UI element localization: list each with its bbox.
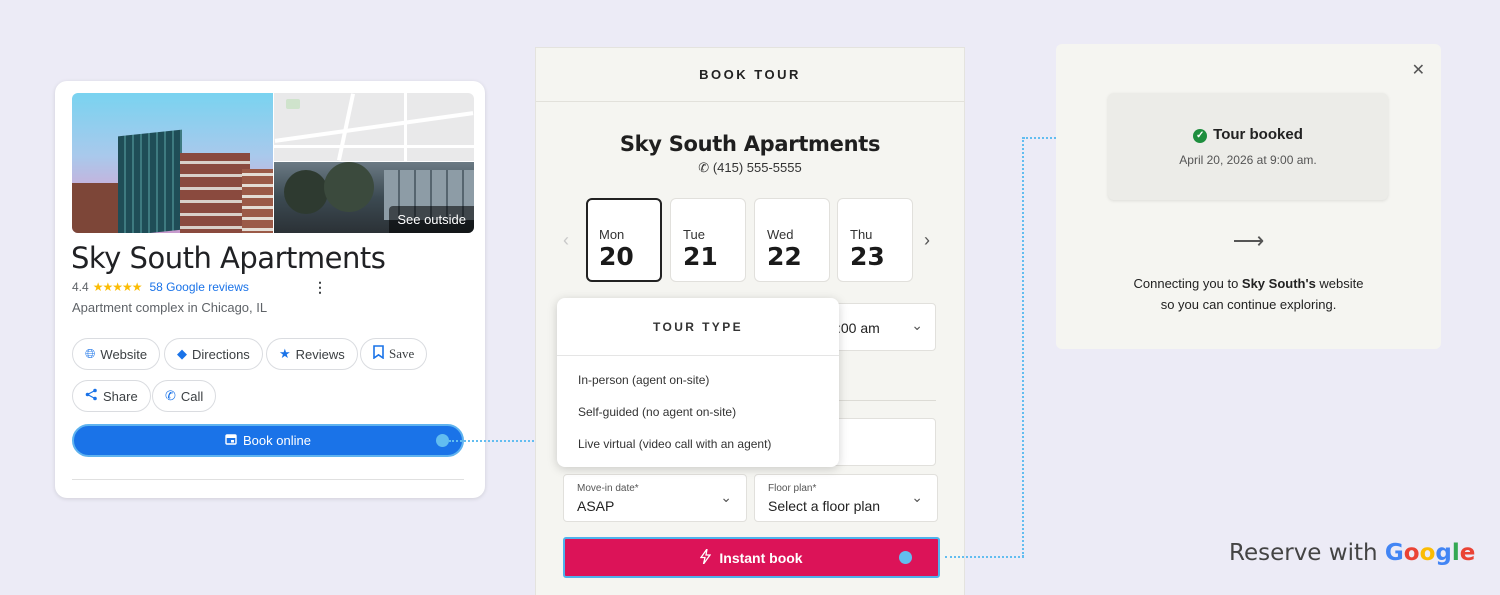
bookmark-icon [373,345,384,363]
dropdown-header: TOUR TYPE [557,298,839,356]
connector-line [1022,137,1024,557]
share-button[interactable]: Share [72,380,151,412]
rating-row: 4.4 ★★★★★ 58 Google reviews [72,280,249,294]
save-button[interactable]: Save [360,338,428,370]
phone-icon: ✆ [165,388,176,403]
chevron-down-icon: ⌄ [720,489,732,505]
star-icon: ★ [279,346,291,361]
star-rating-icon: ★★★★★ [92,280,143,294]
prev-dates-chevron-icon[interactable]: ‹ [563,230,569,251]
chevron-down-icon: ⌄ [911,317,923,333]
date-option-thu[interactable]: Thu 23 [837,198,913,282]
date-option-wed[interactable]: Wed 22 [754,198,830,282]
lightning-icon [700,548,712,567]
directions-icon: ◆ [177,346,187,361]
google-listing-card: See outside Sky South Apartments 4.4 ★★★… [55,81,485,498]
google-wordmark: Google [1384,540,1476,566]
connector-dot [436,434,449,447]
next-dates-chevron-icon[interactable]: › [924,230,930,251]
redirect-message: Connecting you to Sky South's website so… [1133,276,1364,312]
outside-photo[interactable]: See outside [274,162,474,233]
time-select[interactable]: :00 am ⌄ [826,303,936,351]
tour-type-option-live-virtual[interactable]: Live virtual (video call with an agent) [578,437,771,451]
reviews-link[interactable]: 58 Google reviews [149,280,248,294]
see-outside-label[interactable]: See outside [389,206,474,233]
website-button[interactable]: 🌐︎ Website [72,338,161,370]
reviews-button[interactable]: ★ Reviews [266,338,358,370]
call-button[interactable]: ✆ Call [152,380,217,412]
map-thumbnail[interactable] [274,93,474,161]
tour-type-option-self-guided[interactable]: Self-guided (no agent on-site) [578,405,736,419]
instant-book-button[interactable]: Instant book [563,537,940,578]
building-photo[interactable] [72,93,273,233]
property-phone[interactable]: ✆ (415) 555-5555 [536,160,964,176]
more-options-icon[interactable]: ⋮ [313,279,327,296]
directions-button[interactable]: ◆ Directions [164,338,263,370]
chevron-down-icon: ⌄ [911,489,923,505]
connector-dot [899,551,912,564]
phone-icon: ✆ [698,160,710,175]
booking-date: April 20, 2026 at 9:00 am. [1179,153,1317,167]
listing-category: Apartment complex in Chicago, IL [72,300,268,315]
rating-value: 4.4 [72,280,89,294]
check-circle-icon: ✓ [1193,129,1208,143]
floor-plan-select[interactable]: Floor plan* Select a floor plan ⌄ [754,474,938,522]
booking-summary: ✓ Tour booked April 20, 2026 at 9:00 am. [1108,93,1388,200]
confirmation-panel: ✕ ✓ Tour booked April 20, 2026 at 9:00 am… [1056,44,1441,349]
date-option-mon[interactable]: Mon 20 [586,198,662,282]
divider [826,400,936,401]
divider [72,479,464,480]
move-in-date-select[interactable]: Move-in date* ASAP ⌄ [563,474,747,522]
book-online-button[interactable]: Book online [72,424,464,457]
globe-icon: 🌐︎ [85,346,96,361]
connector-line [945,556,1024,558]
property-title: Sky South Apartments [619,132,881,156]
tour-type-option-in-person[interactable]: In-person (agent on-site) [578,373,709,387]
reserve-with-google-logo: Reserve with Google [1229,540,1476,566]
close-icon[interactable]: ✕ [1412,60,1425,80]
panel-header: BOOK TOUR [536,48,964,102]
listing-title: Sky South Apartments [71,241,386,275]
contact-field[interactable] [826,418,936,466]
date-option-tue[interactable]: Tue 21 [670,198,746,282]
arrow-right-icon: ⟶ [1232,228,1265,253]
calendar-icon [225,433,237,448]
connector-line [449,440,546,442]
tour-type-dropdown: TOUR TYPE In-person (agent on-site) Self… [557,298,839,467]
booking-status: Tour booked [1213,126,1303,143]
share-icon [85,388,98,404]
